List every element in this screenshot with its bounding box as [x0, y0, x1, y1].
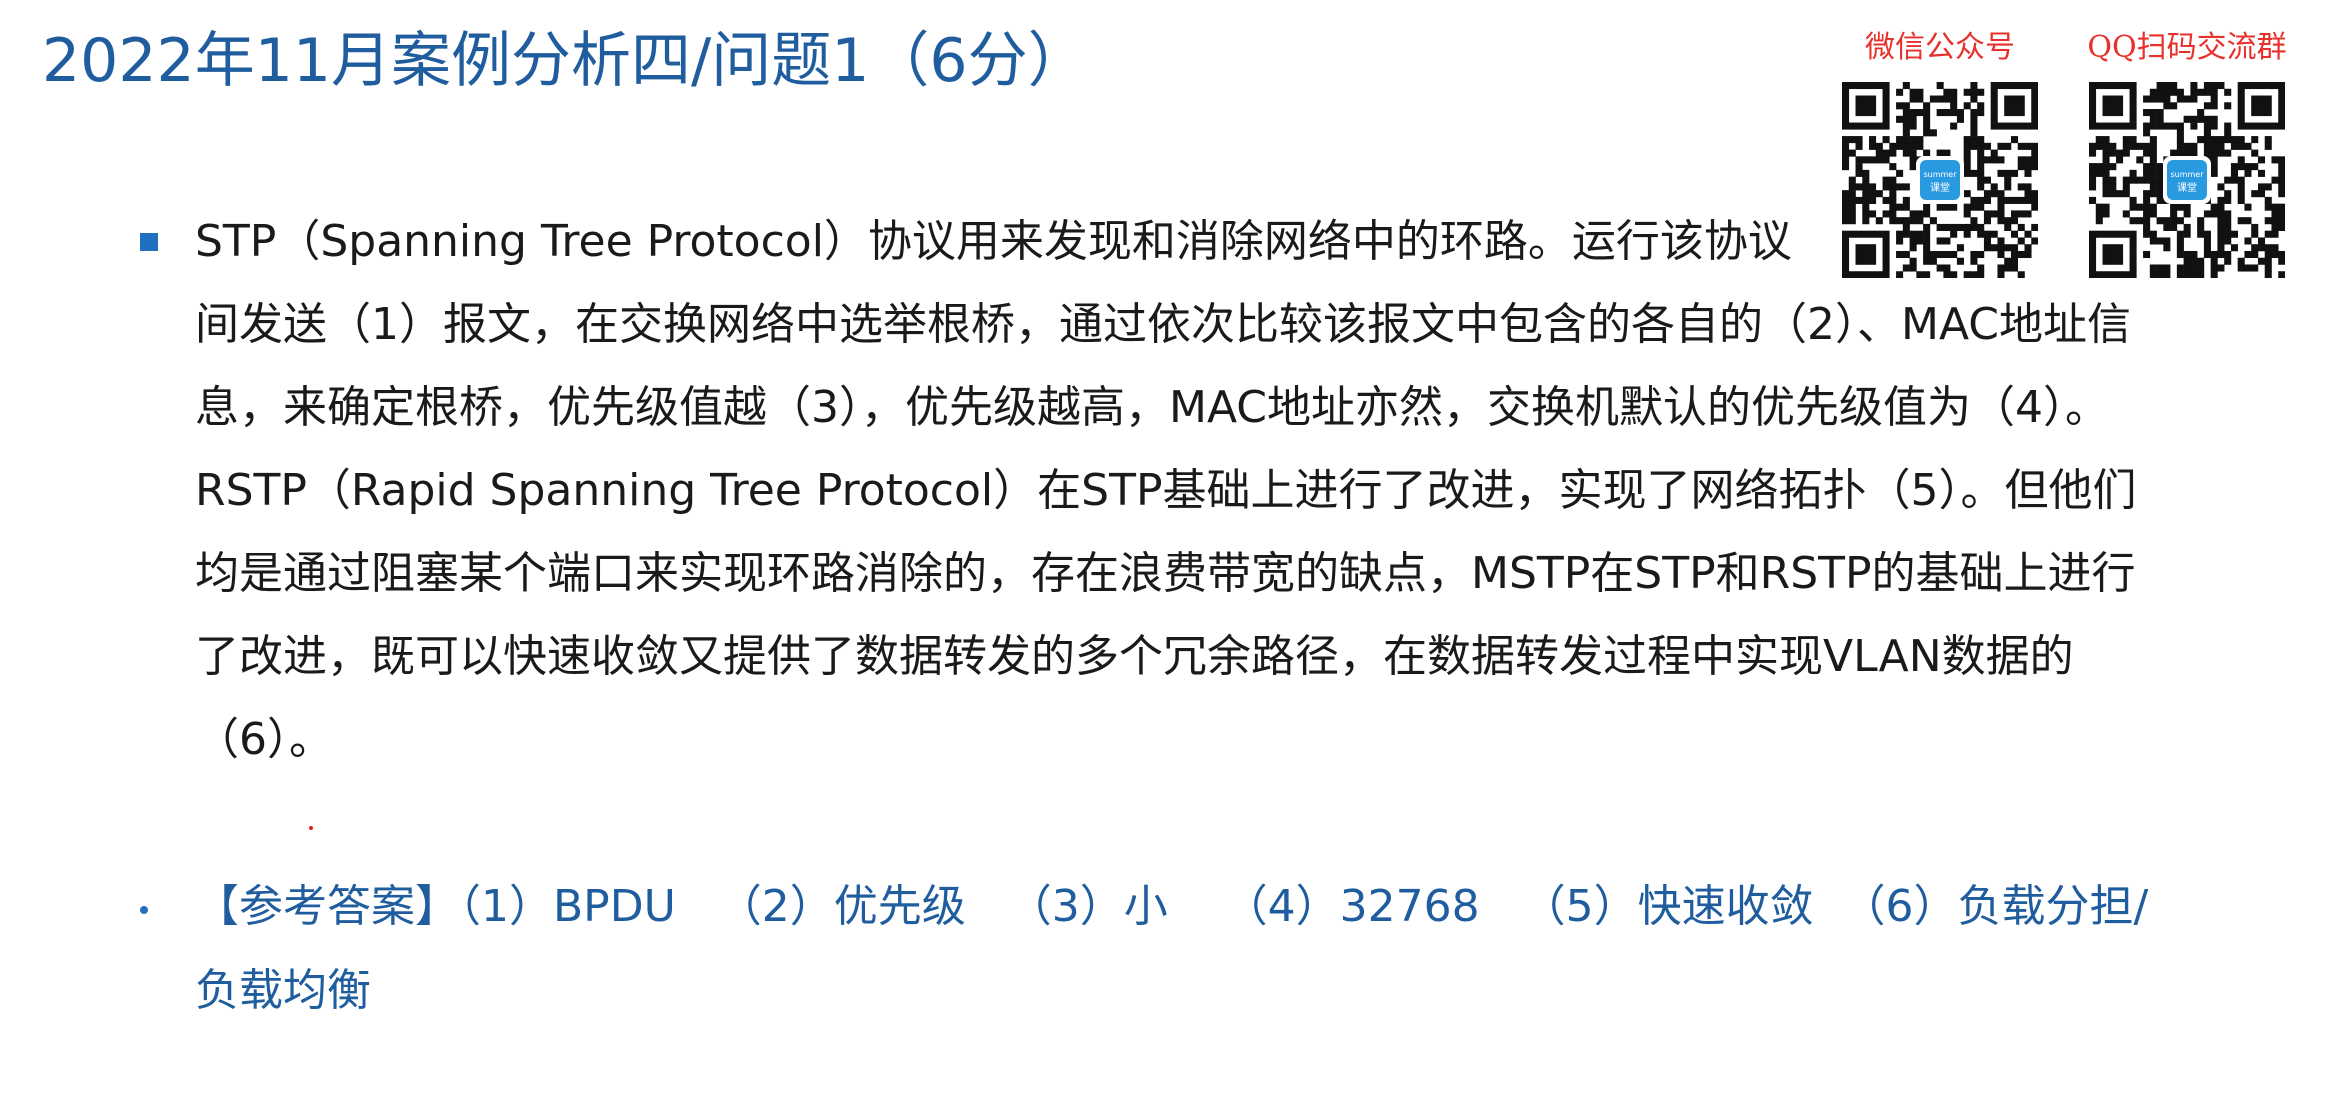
question-line: 了改进，既可以快速收敛又提供了数据转发的多个冗余路径，在数据转发过程中实现VLA… [195, 631, 2074, 682]
qr-logo-text: 课堂 [2177, 182, 2197, 194]
qr-wechat-caption: 微信公众号 [1865, 30, 2015, 65]
question-paragraph: STP（Spanning Tree Protocol）协议用来发现和消除网络中的… [195, 200, 2275, 781]
bullet-square-icon [140, 233, 158, 251]
answer-paragraph: 【参考答案】（1）BPDU （2）优先级 （3）小 （4）32768 （5）快速… [195, 865, 2148, 1033]
qr-logo-text: summer [1923, 170, 1957, 179]
question-line: RSTP（Rapid Spanning Tree Protocol）在STP基础… [195, 465, 2137, 516]
question-line: （6）。 [195, 714, 333, 765]
stray-dot [309, 826, 313, 830]
qr-logo-text: summer [2170, 170, 2204, 179]
question-line: 间发送（1）报文，在交换网络中选举根桥，通过依次比较该报文中包含的各自的（2）、… [195, 299, 2131, 350]
qr-qq-caption: QQ扫码交流群 [2087, 30, 2287, 65]
bullet-dot-icon [140, 906, 148, 914]
question-line: 息，来确定根桥，优先级值越（3），优先级越高，MAC地址亦然，交换机默认的优先级… [195, 382, 2109, 433]
question-line: 均是通过阻塞某个端口来实现环路消除的，存在浪费带宽的缺点，MSTP在STP和RS… [195, 548, 2136, 599]
qr-logo-badge [2167, 160, 2207, 200]
slide-title: 2022年11月案例分析四/问题1（6分） [42, 26, 1088, 96]
answer-line: 负载均衡 [195, 965, 371, 1016]
qr-logo-badge [1920, 160, 1960, 200]
question-line: STP（Spanning Tree Protocol）协议用来发现和消除网络中的… [195, 216, 1792, 267]
answer-line: 【参考答案】（1）BPDU （2）优先级 （3）小 （4）32768 （5）快速… [195, 881, 2149, 932]
qr-logo-text: 课堂 [1930, 182, 1950, 194]
